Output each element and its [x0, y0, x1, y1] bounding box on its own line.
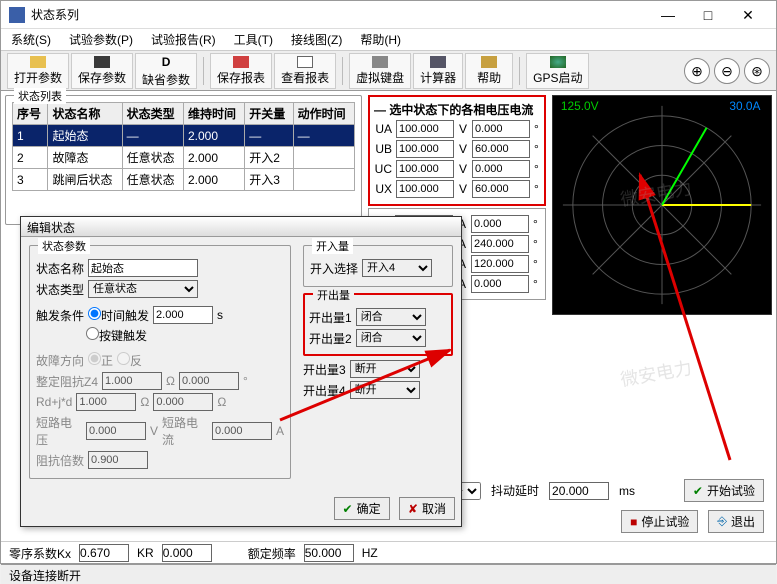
panel-title: — 选中状态下的各相电压电流 [374, 101, 540, 118]
zoom-out-icon[interactable]: ⊖ [714, 58, 740, 84]
stop-test-button[interactable]: ■停止试验 [621, 510, 698, 533]
states-group-label: 状态列表 [14, 88, 66, 104]
start-test-button[interactable]: ✔开始试验 [684, 479, 764, 502]
freq-input[interactable] [304, 544, 354, 562]
ux-angle-input[interactable] [472, 180, 530, 198]
minimize-button[interactable]: — [648, 1, 688, 29]
ub-angle-input[interactable] [472, 140, 530, 158]
out2-select[interactable]: 闭合 [356, 329, 426, 347]
zoom-fit-icon[interactable]: ⊛ [744, 58, 770, 84]
kr-input[interactable] [162, 544, 212, 562]
virtual-keyboard-button[interactable]: 虚拟键盘 [349, 53, 411, 89]
uc-angle-input[interactable] [472, 160, 530, 178]
menu-report[interactable]: 试验报告(R) [151, 31, 216, 48]
trigger-time-input[interactable] [153, 306, 213, 324]
view-report-button[interactable]: 查看报表 [274, 53, 336, 89]
svg-text:125.0V: 125.0V [561, 99, 599, 113]
state-name-input[interactable] [88, 259, 198, 277]
exit-button[interactable]: ⎆退出 [708, 510, 764, 533]
maximize-button[interactable]: □ [688, 1, 728, 29]
ia-angle-input[interactable] [471, 215, 529, 233]
menu-system[interactable]: 系统(S) [11, 31, 51, 48]
ux-voltage-input[interactable] [396, 180, 454, 198]
voltage-current-panel: — 选中状态下的各相电压电流 UAV° UBV° UCV° UXV° [368, 95, 546, 206]
table-row[interactable]: 3跳闸后状态任意状态2.000开入3 [13, 169, 355, 191]
ok-button[interactable]: ✔确定 [334, 497, 390, 520]
svg-text:30.0A: 30.0A [729, 99, 760, 113]
pos-dir-radio [88, 352, 101, 365]
help-button[interactable]: 帮助 [465, 53, 513, 89]
table-row[interactable]: 2故障态任意状态2.000开入2 [13, 147, 355, 169]
phasor-diagram: 125.0V 30.0A [552, 95, 772, 315]
out1-select[interactable]: 闭合 [356, 308, 426, 326]
statusbar: 设备连接断开 [1, 564, 776, 584]
jitter-input[interactable] [549, 482, 609, 500]
ua-angle-input[interactable] [472, 120, 530, 138]
table-row[interactable]: 1起始态—2.000—— [13, 125, 355, 147]
save-params-button[interactable]: 保存参数 [71, 53, 133, 89]
dialog-title: 编辑状态 [21, 217, 461, 237]
time-trigger-radio[interactable] [88, 307, 101, 320]
ua-voltage-input[interactable] [396, 120, 454, 138]
input-select[interactable]: 开入4 [362, 259, 432, 277]
menu-params[interactable]: 试验参数(P) [69, 31, 133, 48]
open-params-button[interactable]: 打开参数 [7, 53, 69, 89]
cancel-button[interactable]: ✘取消 [399, 497, 455, 520]
ib-angle-input[interactable] [471, 235, 529, 253]
save-report-button[interactable]: 保存报表 [210, 53, 272, 89]
ic-angle-input[interactable] [471, 255, 529, 273]
calculator-button[interactable]: 计算器 [413, 53, 463, 89]
gps-button[interactable]: GPS启动 [526, 53, 589, 89]
out3-select[interactable]: 断开 [350, 360, 420, 378]
out4-select[interactable]: 断开 [350, 381, 420, 399]
app-icon [9, 7, 25, 23]
ub-voltage-input[interactable] [396, 140, 454, 158]
ix-angle-input[interactable] [471, 275, 529, 293]
menu-help[interactable]: 帮助(H) [360, 31, 401, 48]
jitter-label: 抖动延时 [491, 482, 539, 499]
edit-state-dialog: 编辑状态 状态参数 状态名称 状态类型任意状态 触发条件 时间触发 s 按键触发… [20, 216, 462, 527]
state-type-select[interactable]: 任意状态 [88, 280, 198, 298]
window-title: 状态系列 [31, 6, 648, 23]
default-params-button[interactable]: D缺省参数 [135, 53, 197, 89]
menu-wiring[interactable]: 接线图(Z) [291, 31, 342, 48]
neg-dir-radio [117, 352, 130, 365]
kx-input[interactable] [79, 544, 129, 562]
close-button[interactable]: ✕ [728, 1, 768, 29]
uc-voltage-input[interactable] [396, 160, 454, 178]
states-table: 序号 状态名称 状态类型 维持时间 开关量 动作时间 1起始态—2.000—— … [12, 102, 355, 191]
key-trigger-radio[interactable] [86, 327, 99, 340]
menu-tools[interactable]: 工具(T) [234, 31, 273, 48]
zoom-in-icon[interactable]: ⊕ [684, 58, 710, 84]
